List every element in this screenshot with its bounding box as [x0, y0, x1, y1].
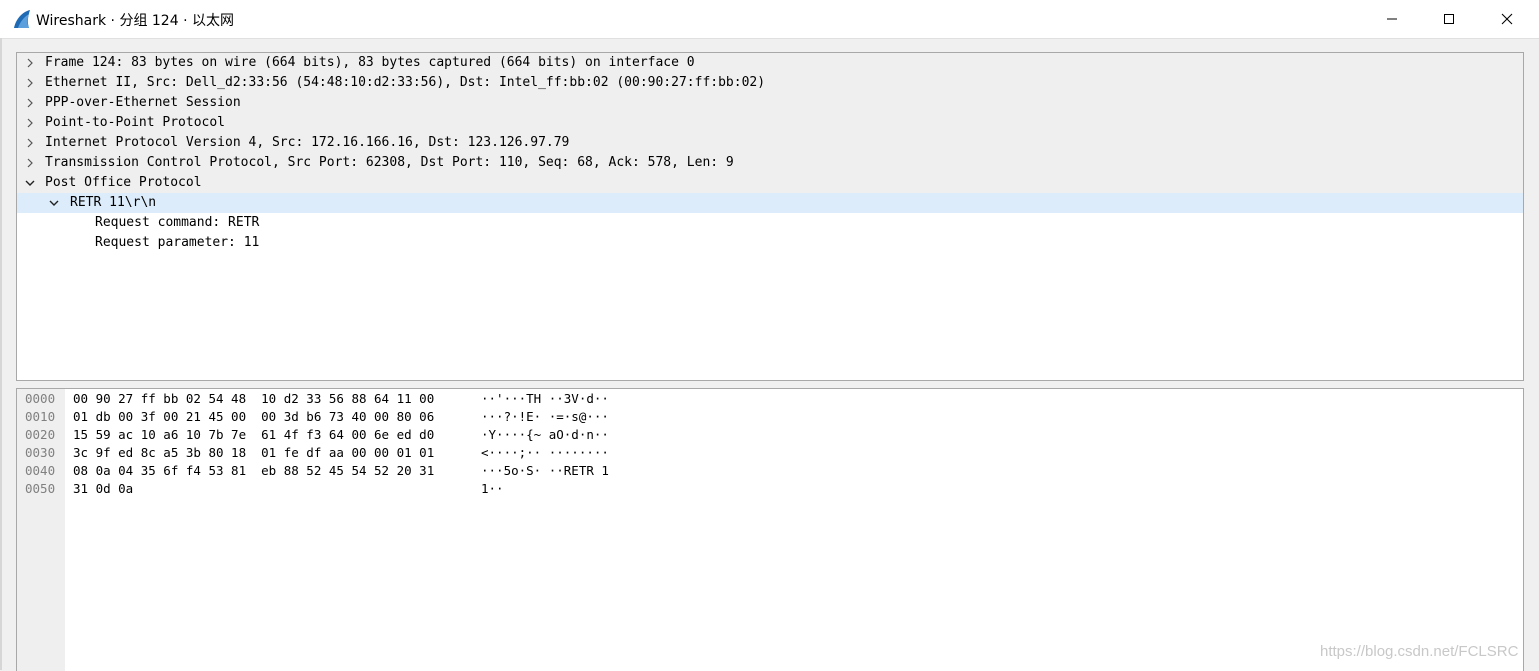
tree-item-frame[interactable]: Frame 124: 83 bytes on wire (664 bits), …	[17, 53, 1523, 73]
maximize-button[interactable]	[1420, 0, 1478, 38]
tree-item-label: Request parameter: 11	[95, 235, 260, 250]
hex-offset: 0000	[25, 391, 56, 406]
hex-offset: 0050	[25, 481, 56, 496]
chevron-down-icon[interactable]	[49, 198, 59, 208]
tree-item-ethernet[interactable]: Ethernet II, Src: Dell_d2:33:56 (54:48:1…	[17, 73, 1523, 93]
tree-item-label: Internet Protocol Version 4, Src: 172.16…	[45, 135, 570, 150]
hex-bytes[interactable]: 00 90 27 ff bb 02 54 48 10 d2 33 56 88 6…	[73, 390, 434, 408]
hex-bytes[interactable]: 3c 9f ed 8c a5 3b 80 18 01 fe df aa 00 0…	[73, 444, 434, 462]
hex-bytes[interactable]: 15 59 ac 10 a6 10 7b 7e 61 4f f3 64 00 6…	[73, 426, 434, 444]
tree-item-pop[interactable]: Post Office Protocol	[17, 173, 1523, 193]
packet-bytes-pane[interactable]: 0000 00 90 27 ff bb 02 54 48 10 d2 33 56…	[16, 388, 1524, 671]
tree-item-label: Transmission Control Protocol, Src Port:…	[45, 155, 734, 170]
chevron-right-icon[interactable]	[25, 118, 35, 128]
hex-offset: 0020	[25, 427, 56, 442]
chevron-right-icon[interactable]	[25, 78, 35, 88]
tree-item-label: PPP-over-Ethernet Session	[45, 95, 241, 110]
window-title: Wireshark · 分组 124 · 以太网	[36, 13, 234, 29]
tree-item-retr[interactable]: RETR 11\r\n	[17, 193, 1523, 213]
tree-item-ppp[interactable]: Point-to-Point Protocol	[17, 113, 1523, 133]
packet-details-tree[interactable]: Frame 124: 83 bytes on wire (664 bits), …	[16, 52, 1524, 381]
window-edge	[0, 38, 2, 670]
wireshark-fin-icon	[14, 10, 30, 28]
tree-item-tcp[interactable]: Transmission Control Protocol, Src Port:…	[17, 153, 1523, 173]
watermark: https://blog.csdn.net/FCLSRC	[1320, 643, 1519, 660]
hex-bytes[interactable]: 08 0a 04 35 6f f4 53 81 eb 88 52 45 54 5…	[73, 462, 434, 480]
tree-item-label: Frame 124: 83 bytes on wire (664 bits), …	[45, 55, 695, 70]
tree-item-ipv4[interactable]: Internet Protocol Version 4, Src: 172.16…	[17, 133, 1523, 153]
hex-ascii[interactable]: ··'···TH ··3V·d··	[481, 390, 609, 408]
maximize-icon	[1444, 14, 1454, 24]
hex-ascii[interactable]: ···?·!E· ·=·s@···	[481, 408, 609, 426]
hex-offset: 0030	[25, 445, 56, 460]
hex-ascii[interactable]: ···5o·S· ··RETR 1	[481, 462, 609, 480]
hex-ascii[interactable]: <····;·· ········	[481, 444, 609, 462]
tree-item-request-parameter[interactable]: Request parameter: 11	[17, 233, 1523, 253]
tree-item-pppoe[interactable]: PPP-over-Ethernet Session	[17, 93, 1523, 113]
hex-offset: 0010	[25, 409, 56, 424]
tree-item-request-command[interactable]: Request command: RETR	[17, 213, 1523, 233]
close-icon	[1501, 13, 1513, 25]
hex-bytes[interactable]: 31 0d 0a	[73, 480, 133, 498]
hex-ascii[interactable]: 1··	[481, 480, 504, 498]
minimize-button[interactable]	[1363, 0, 1421, 38]
chevron-down-icon[interactable]	[25, 178, 35, 188]
chevron-right-icon[interactable]	[25, 98, 35, 108]
tree-item-label: Ethernet II, Src: Dell_d2:33:56 (54:48:1…	[45, 75, 766, 90]
hex-offset: 0040	[25, 463, 56, 478]
chevron-right-icon[interactable]	[25, 58, 35, 68]
tree-item-label: Point-to-Point Protocol	[45, 115, 226, 130]
minimize-icon	[1387, 18, 1397, 20]
chevron-right-icon[interactable]	[25, 138, 35, 148]
close-button[interactable]	[1478, 0, 1536, 38]
hex-bytes[interactable]: 01 db 00 3f 00 21 45 00 00 3d b6 73 40 0…	[73, 408, 434, 426]
title-bar: Wireshark · 分组 124 · 以太网	[0, 0, 1539, 39]
tree-item-label: RETR 11\r\n	[70, 195, 157, 210]
chevron-right-icon[interactable]	[25, 158, 35, 168]
hex-ascii[interactable]: ·Y····{~ aO·d·n··	[481, 426, 609, 444]
tree-item-label: Post Office Protocol	[45, 175, 202, 190]
tree-item-label: Request command: RETR	[95, 215, 260, 230]
